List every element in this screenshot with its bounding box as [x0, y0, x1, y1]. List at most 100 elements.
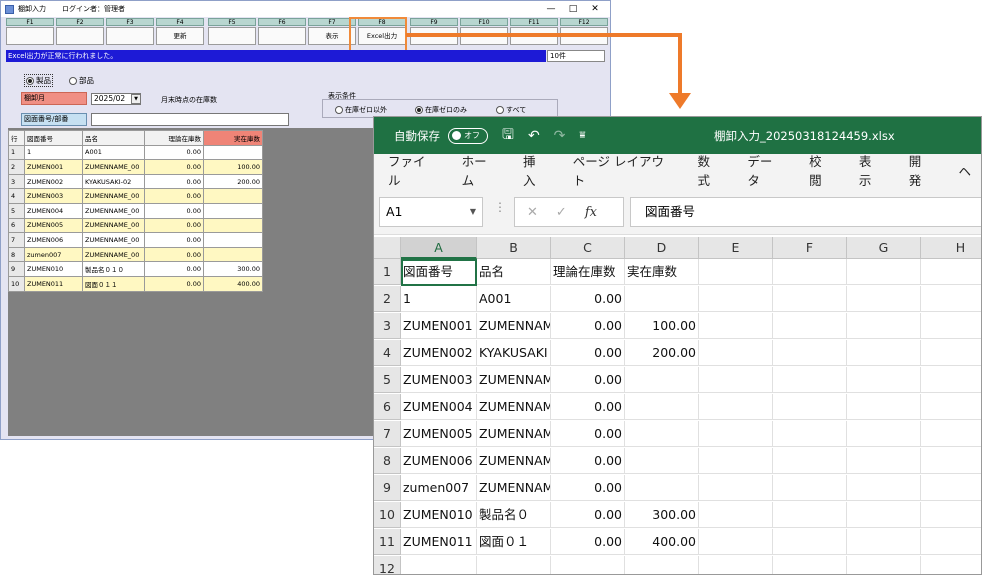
table-cell[interactable]: ZUMEN005	[24, 217, 83, 234]
sheet-cell[interactable]	[699, 313, 773, 339]
sheet-cell[interactable]	[847, 367, 921, 393]
sheet-cell[interactable]	[477, 556, 551, 574]
sheet-cell[interactable]: 1	[401, 286, 477, 312]
sheet-cell[interactable]: 0.00	[551, 286, 625, 312]
table-cell[interactable]: 製品名０１０	[82, 261, 145, 277]
row-header[interactable]: 10	[374, 502, 401, 528]
table-row[interactable]: 10 ZUMEN011 図面０１１ 0.00 400.00	[8, 275, 263, 292]
sheet-cell[interactable]: ZUMENNAME	[477, 421, 551, 447]
sheet-cell[interactable]: 0.00	[551, 529, 625, 555]
sheet-cell[interactable]	[773, 313, 847, 339]
sheet-cell[interactable]	[773, 529, 847, 555]
sheet-cell[interactable]	[625, 367, 699, 393]
radio-zero-only[interactable]: 在庫ゼロのみ	[415, 105, 467, 115]
table-cell[interactable]: 6	[8, 217, 25, 234]
table-cell[interactable]: 300.00	[203, 261, 263, 277]
row-header[interactable]: 11	[374, 529, 401, 555]
close-icon[interactable]: ✕	[584, 4, 606, 14]
column-header[interactable]: A	[401, 237, 477, 259]
sheet-cell[interactable]	[921, 340, 981, 366]
table-cell[interactable]: ZUMENNAME_00	[82, 159, 145, 175]
table-cell[interactable]: ZUMENNAME_00	[82, 217, 145, 234]
sheet-cell[interactable]	[847, 448, 921, 474]
table-cell[interactable]: 10	[8, 275, 25, 292]
row-header[interactable]: 6	[374, 394, 401, 420]
sheet-cell[interactable]	[773, 259, 847, 285]
sheet-cell[interactable]: KYAKUSAKI	[477, 340, 551, 366]
table-cell[interactable]: ZUMENNAME_00	[82, 232, 145, 248]
table-cell[interactable]: 0.00	[144, 188, 204, 204]
maximize-icon[interactable]: □	[562, 4, 584, 14]
table-row[interactable]: 9 ZUMEN010 製品名０１０ 0.00 300.00	[8, 261, 263, 277]
cancel-icon[interactable]: ✕	[527, 205, 538, 220]
sheet-cell[interactable]	[773, 502, 847, 528]
sheet-cell[interactable]: ZUMEN002	[401, 340, 477, 366]
sheet-cell[interactable]	[773, 448, 847, 474]
sheet-cell[interactable]	[699, 286, 773, 312]
sheet-cell[interactable]: ZUMENNAME	[477, 313, 551, 339]
sheet-cell[interactable]: 実在庫数	[625, 259, 699, 285]
table-cell[interactable]: A001	[82, 144, 145, 161]
radio-nonzero[interactable]: 在庫ゼロ以外	[335, 105, 387, 115]
sheet-cell[interactable]	[847, 259, 921, 285]
fkey-f2[interactable]: F2	[56, 18, 104, 45]
sheet-cell[interactable]	[773, 556, 847, 574]
zumen-input[interactable]	[91, 113, 289, 126]
table-cell[interactable]: 5	[8, 202, 25, 219]
ribbon-tab[interactable]: 表示	[859, 151, 883, 189]
sheet-cell[interactable]	[699, 394, 773, 420]
sheet-cell[interactable]	[921, 394, 981, 420]
ribbon-tab[interactable]: データ	[747, 151, 783, 189]
column-header[interactable]: G	[847, 237, 921, 259]
sheet-cell[interactable]	[921, 529, 981, 555]
table-cell[interactable]: 0.00	[144, 144, 204, 161]
sheet-cell[interactable]	[699, 367, 773, 393]
sheet-cell[interactable]: ZUMENNAME	[477, 367, 551, 393]
table-cell[interactable]: 0.00	[144, 261, 204, 277]
sheet-cell[interactable]	[699, 475, 773, 501]
row-header[interactable]: 7	[374, 421, 401, 447]
sheet-cell[interactable]	[401, 556, 477, 574]
table-cell[interactable]: 9	[8, 261, 25, 277]
table-cell[interactable]	[203, 144, 263, 161]
sheet-cell[interactable]: 理論在庫数	[551, 259, 625, 285]
fkey-f10[interactable]: F10	[460, 18, 508, 45]
fkey-f1[interactable]: F1	[6, 18, 54, 45]
sheet-cell[interactable]	[699, 448, 773, 474]
customize-qat-icon[interactable]: ⩸	[579, 130, 585, 141]
sheet-cell[interactable]	[921, 502, 981, 528]
sheet-cell[interactable]	[847, 502, 921, 528]
sheet-cell[interactable]	[921, 475, 981, 501]
fkey-button-f1[interactable]	[6, 27, 54, 45]
sheet-cell[interactable]	[773, 340, 847, 366]
table-row[interactable]: 7 ZUMEN006 ZUMENNAME_00 0.00	[8, 232, 263, 248]
table-row[interactable]: 1 1 A001 0.00	[8, 144, 263, 161]
sheet-cell[interactable]: ZUMEN011	[401, 529, 477, 555]
sheet-cell[interactable]: ZUMENNAME	[477, 475, 551, 501]
table-cell[interactable]: 4	[8, 188, 25, 204]
table-cell[interactable]: 0.00	[144, 173, 204, 190]
radio-all[interactable]: すべて	[496, 105, 526, 115]
table-row[interactable]: 4 ZUMEN003 ZUMENNAME_00 0.00	[8, 188, 263, 204]
table-cell[interactable]: ZUMEN011	[24, 275, 83, 292]
fkey-f4[interactable]: F4 更新	[156, 18, 204, 45]
sheet-cell[interactable]	[921, 556, 981, 574]
table-cell[interactable]: 400.00	[203, 275, 263, 292]
table-cell[interactable]: 100.00	[203, 159, 263, 175]
row-header[interactable]: 2	[374, 286, 401, 312]
sheet-cell[interactable]: 製品名０	[477, 502, 551, 528]
row-header[interactable]: 1	[374, 259, 401, 285]
table-cell[interactable]: ZUMEN001	[24, 159, 83, 175]
sheet-cell[interactable]	[847, 421, 921, 447]
table-cell[interactable]	[203, 188, 263, 204]
sheet-cell[interactable]	[847, 313, 921, 339]
fkey-f9[interactable]: F9	[410, 18, 458, 45]
sheet-cell[interactable]	[699, 421, 773, 447]
table-cell[interactable]: ZUMEN003	[24, 188, 83, 204]
save-icon[interactable]: 🖫	[502, 124, 514, 148]
sheet-cell[interactable]	[699, 502, 773, 528]
sheet-cell[interactable]	[625, 556, 699, 574]
formula-input[interactable]: 図面番号	[630, 197, 981, 227]
row-header[interactable]: 5	[374, 367, 401, 393]
insert-function-icon[interactable]: fx	[585, 205, 597, 220]
